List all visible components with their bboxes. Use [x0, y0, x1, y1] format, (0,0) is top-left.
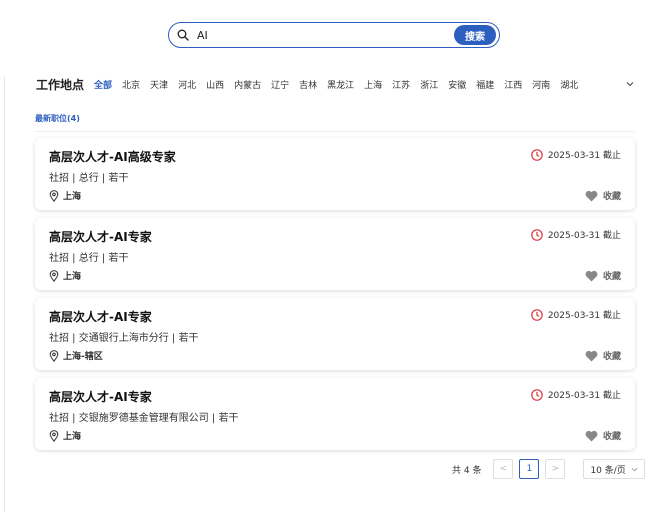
- job-deadline: 2025-03-31 截止: [531, 388, 621, 401]
- job-list: 高层次人才-AI高级专家 社招 | 总行 | 若干 上海 2025-03-31 …: [35, 138, 635, 458]
- location-pin-icon: [49, 189, 59, 202]
- favorite-button[interactable]: 收藏: [585, 349, 621, 362]
- job-title[interactable]: 高层次人才-AI专家: [49, 308, 152, 325]
- location-pin-icon: [49, 269, 59, 282]
- page-size-select[interactable]: 10 条/页: [583, 459, 646, 479]
- heart-icon: [585, 190, 598, 201]
- job-location-text: 上海: [63, 192, 82, 202]
- job-meta: 社招 | 总行 | 若干: [49, 173, 129, 184]
- page-size-value: 10 条/页: [590, 465, 626, 476]
- favorite-label: 收藏: [602, 192, 621, 202]
- job-card[interactable]: 高层次人才-AI专家 社招 | 交银施罗德基金管理有限公司 | 若干 上海 20…: [35, 378, 635, 450]
- job-meta: 社招 | 交通银行上海市分行 | 若干: [49, 333, 199, 344]
- location-option[interactable]: 湖北: [560, 78, 578, 91]
- location-option[interactable]: 福建: [476, 78, 494, 91]
- search-input[interactable]: [197, 27, 417, 43]
- job-deadline: 2025-03-31 截止: [531, 308, 621, 321]
- favorite-label: 收藏: [602, 352, 621, 362]
- heart-icon: [585, 430, 598, 441]
- location-option[interactable]: 河北: [178, 78, 196, 91]
- location-option[interactable]: 江西: [504, 78, 522, 91]
- pagination-total: 共 4 条: [452, 465, 482, 476]
- location-option[interactable]: 天津: [150, 78, 168, 91]
- location-option[interactable]: 北京: [122, 78, 140, 91]
- search-button[interactable]: 搜索: [454, 25, 496, 45]
- pagination: 共 4 条 < 1 > 10 条/页: [452, 458, 646, 480]
- favorite-button[interactable]: 收藏: [585, 429, 621, 442]
- left-border: [4, 76, 5, 512]
- search-box[interactable]: 搜索: [168, 22, 500, 48]
- next-page-button[interactable]: >: [545, 459, 566, 479]
- chevron-down-icon: [632, 467, 638, 471]
- search-icon: [177, 29, 189, 41]
- job-location: 上海: [49, 189, 81, 202]
- job-meta: 社招 | 总行 | 若干: [49, 253, 129, 264]
- job-location-text: 上海: [63, 432, 82, 442]
- location-pin-icon: [49, 429, 59, 442]
- job-deadline-text: 2025-03-31 截止: [547, 231, 621, 241]
- job-location-text: 上海: [63, 272, 82, 282]
- job-location: 上海: [49, 269, 81, 282]
- job-deadline-text: 2025-03-31 截止: [547, 391, 621, 401]
- job-title[interactable]: 高层次人才-AI专家: [49, 228, 152, 245]
- location-option[interactable]: 吉林: [299, 78, 317, 91]
- location-filter: 工作地点 全部 北京 天津 河北 山西 内蒙古 辽宁 吉林 黑龙江 上海 江苏 …: [36, 76, 636, 92]
- clock-icon: [531, 148, 543, 161]
- favorite-label: 收藏: [602, 272, 621, 282]
- job-deadline: 2025-03-31 截止: [531, 148, 621, 161]
- job-deadline-text: 2025-03-31 截止: [547, 311, 621, 321]
- location-option[interactable]: 辽宁: [271, 78, 289, 91]
- job-location: 上海: [49, 429, 81, 442]
- clock-icon: [531, 308, 543, 321]
- location-option[interactable]: 浙江: [420, 78, 438, 91]
- heart-icon: [585, 270, 598, 281]
- prev-page-button[interactable]: <: [493, 459, 514, 479]
- job-card[interactable]: 高层次人才-AI高级专家 社招 | 总行 | 若干 上海 2025-03-31 …: [35, 138, 635, 210]
- job-title[interactable]: 高层次人才-AI高级专家: [49, 148, 176, 165]
- clock-icon: [531, 388, 543, 401]
- favorite-button[interactable]: 收藏: [585, 189, 621, 202]
- location-option[interactable]: 河南: [532, 78, 550, 91]
- job-location: 上海-辖区: [49, 349, 103, 362]
- chevron-down-icon[interactable]: [626, 80, 634, 88]
- location-option[interactable]: 江苏: [392, 78, 410, 91]
- location-option[interactable]: 黑龙江: [327, 78, 354, 91]
- location-pin-icon: [49, 349, 59, 362]
- job-location-text: 上海-辖区: [63, 352, 103, 362]
- location-filter-title: 工作地点: [36, 77, 85, 92]
- job-card[interactable]: 高层次人才-AI专家 社招 | 交通银行上海市分行 | 若干 上海-辖区 202…: [35, 298, 635, 370]
- page-button-current[interactable]: 1: [519, 459, 540, 479]
- location-option[interactable]: 内蒙古: [234, 78, 261, 91]
- favorite-label: 收藏: [602, 432, 621, 442]
- favorite-button[interactable]: 收藏: [585, 269, 621, 282]
- divider: [35, 131, 635, 132]
- location-option[interactable]: 安徽: [448, 78, 466, 91]
- job-deadline-text: 2025-03-31 截止: [547, 151, 621, 161]
- job-title[interactable]: 高层次人才-AI专家: [49, 388, 152, 405]
- job-meta: 社招 | 交银施罗德基金管理有限公司 | 若干: [49, 413, 239, 424]
- location-option[interactable]: 上海: [364, 78, 382, 91]
- heart-icon: [585, 350, 598, 361]
- latest-jobs-label: 最新职位(4): [35, 114, 80, 123]
- job-card[interactable]: 高层次人才-AI专家 社招 | 总行 | 若干 上海 2025-03-31 截止…: [35, 218, 635, 290]
- job-deadline: 2025-03-31 截止: [531, 228, 621, 241]
- location-option[interactable]: 山西: [206, 78, 224, 91]
- clock-icon: [531, 228, 543, 241]
- location-option-all[interactable]: 全部: [94, 78, 112, 91]
